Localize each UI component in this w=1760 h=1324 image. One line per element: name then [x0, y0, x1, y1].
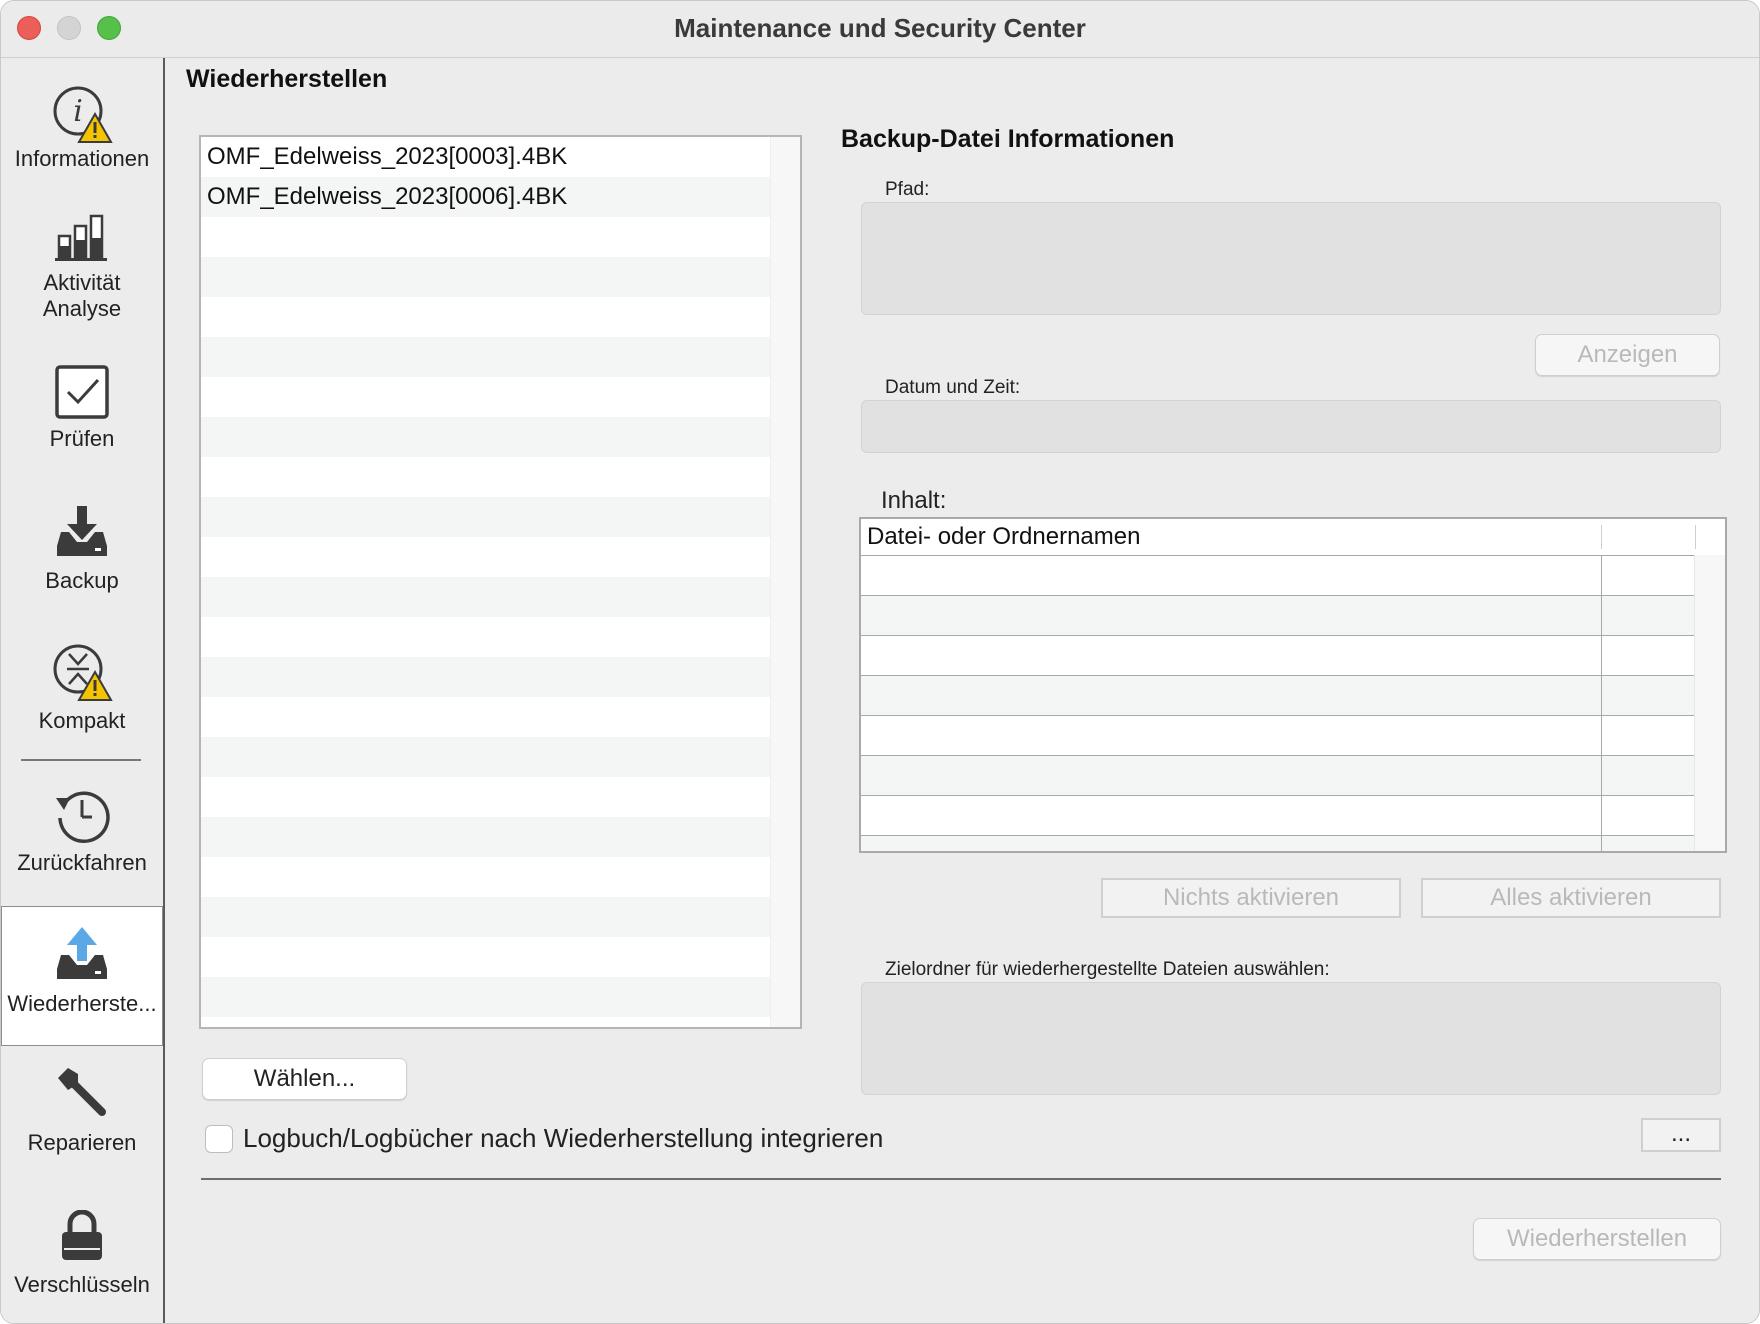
sidebar-item-aktivitaet-analyse[interactable]: Aktivität Analyse: [1, 212, 163, 342]
window-title: Maintenance und Security Center: [674, 13, 1086, 43]
more-options-button[interactable]: ...: [1641, 1118, 1721, 1152]
list-item-empty: [201, 577, 773, 617]
rollback-clock-icon: [56, 791, 110, 844]
page-title: Wiederherstellen: [186, 65, 388, 93]
sidebar-item-zurueckfahren[interactable]: Zurückfahren: [1, 786, 163, 896]
download-tray-icon: [57, 506, 107, 556]
path-field: [861, 202, 1721, 315]
sidebar: i Informationen Aktivität Analyse Prüfen…: [1, 58, 165, 1323]
sidebar-item-pruefen[interactable]: Prüfen: [1, 364, 163, 474]
sidebar-item-verschluesseln[interactable]: Verschlüsseln: [1, 1210, 163, 1320]
list-item-empty: [201, 857, 773, 897]
select-all-button[interactable]: Alles aktivieren: [1421, 878, 1721, 918]
sidebar-item-label: Aktivität: [43, 270, 121, 295]
lock-icon: [62, 1210, 102, 1260]
deselect-all-button[interactable]: Nichts aktivieren: [1101, 878, 1401, 918]
info-warning-icon: i: [53, 86, 113, 143]
sidebar-item-backup[interactable]: Backup: [1, 502, 163, 612]
content-table[interactable]: Datei- oder Ordnernamen: [859, 517, 1727, 853]
checkbox-icon: [55, 365, 109, 419]
list-item-empty: [201, 817, 773, 857]
list-item-empty: [201, 537, 773, 577]
backup-file-list[interactable]: OMF_Edelweiss_2023[0003].4BK OMF_Edelwei…: [199, 135, 802, 1029]
list-item[interactable]: OMF_Edelweiss_2023[0003].4BK: [201, 137, 773, 177]
content-label: Inhalt:: [881, 487, 947, 514]
table-row[interactable]: [861, 715, 1695, 755]
sidebar-item-label: Reparieren: [27, 1130, 137, 1155]
bar-chart-icon: [55, 214, 107, 261]
backup-info-title: Backup-Datei Informationen: [841, 125, 1175, 153]
sidebar-item-label: Informationen: [14, 146, 150, 171]
wrench-icon: [58, 1068, 106, 1116]
file-list-rows: OMF_Edelweiss_2023[0003].4BK OMF_Edelwei…: [201, 137, 773, 1027]
list-item-empty: [201, 657, 773, 697]
list-item-empty: [201, 497, 773, 537]
datetime-field: [861, 400, 1721, 453]
list-item-empty: [201, 617, 773, 657]
upload-tray-icon: [57, 927, 107, 979]
path-label: Pfad:: [885, 179, 930, 200]
sidebar-item-label: Backup: [45, 568, 119, 593]
app-window: Maintenance und Security Center i Inform…: [0, 0, 1760, 1324]
list-item-empty: [201, 697, 773, 737]
sidebar-item-label: Kompakt: [38, 708, 126, 733]
column-divider: [1601, 525, 1602, 549]
sidebar-item-label: Prüfen: [49, 426, 115, 451]
list-item-empty: [201, 777, 773, 817]
content-table-scrollbar[interactable]: [1694, 555, 1725, 851]
table-row[interactable]: [861, 635, 1695, 675]
sidebar-item-label: Verschlüsseln: [14, 1272, 150, 1297]
datetime-label: Datum und Zeit:: [885, 377, 1021, 398]
integrate-log-label: Logbuch/Logbücher nach Wiederherstellung…: [243, 1123, 884, 1153]
table-row[interactable]: [861, 675, 1695, 715]
file-list-scrollbar[interactable]: [770, 137, 800, 1027]
target-folder-label: Zielordner für wiederhergestellte Dateie…: [885, 959, 1330, 980]
list-item-empty: [201, 977, 773, 1017]
column-divider: [1695, 525, 1696, 549]
restore-button[interactable]: Wiederherstellen: [1473, 1218, 1721, 1260]
show-button[interactable]: Anzeigen: [1535, 334, 1720, 376]
sidebar-item-kompakt[interactable]: Kompakt: [1, 642, 163, 752]
list-item-empty: [201, 897, 773, 937]
sidebar-item-label: Analyse: [42, 296, 122, 321]
compact-warning-icon: [53, 644, 113, 701]
list-item-empty: [201, 377, 773, 417]
table-row[interactable]: [861, 555, 1695, 595]
list-item[interactable]: OMF_Edelweiss_2023[0006].4BK: [201, 177, 773, 217]
list-item-empty: [201, 737, 773, 777]
bottom-divider: [201, 1178, 1721, 1180]
table-row[interactable]: [861, 835, 1695, 851]
content-column-header[interactable]: Datei- oder Ordnernamen: [861, 519, 1695, 555]
list-item-empty: [201, 257, 773, 297]
target-folder-field: [861, 982, 1721, 1095]
content-table-body: [861, 555, 1695, 851]
integrate-log-checkbox[interactable]: [205, 1125, 233, 1153]
sidebar-item-informationen[interactable]: i Informationen: [1, 84, 163, 194]
table-row[interactable]: [861, 755, 1695, 795]
table-row[interactable]: [861, 795, 1695, 835]
sidebar-item-label: Wiederherste...: [7, 991, 157, 1016]
table-row[interactable]: [861, 595, 1695, 635]
sidebar-item-label: Zurückfahren: [17, 850, 147, 875]
choose-button[interactable]: Wählen...: [202, 1058, 407, 1100]
list-item-empty: [201, 937, 773, 977]
svg-text:i: i: [73, 94, 83, 129]
list-item-empty: [201, 457, 773, 497]
sidebar-divider: [21, 759, 141, 761]
list-item-empty: [201, 417, 773, 457]
title-bar: Maintenance und Security Center: [1, 1, 1759, 58]
list-item-empty: [201, 1017, 773, 1027]
list-item-empty: [201, 337, 773, 377]
sidebar-item-reparieren[interactable]: Reparieren: [1, 1064, 163, 1174]
list-item-empty: [201, 217, 773, 257]
sidebar-item-wiederherstellen[interactable]: Wiederherste...: [1, 906, 163, 1046]
list-item-empty: [201, 297, 773, 337]
